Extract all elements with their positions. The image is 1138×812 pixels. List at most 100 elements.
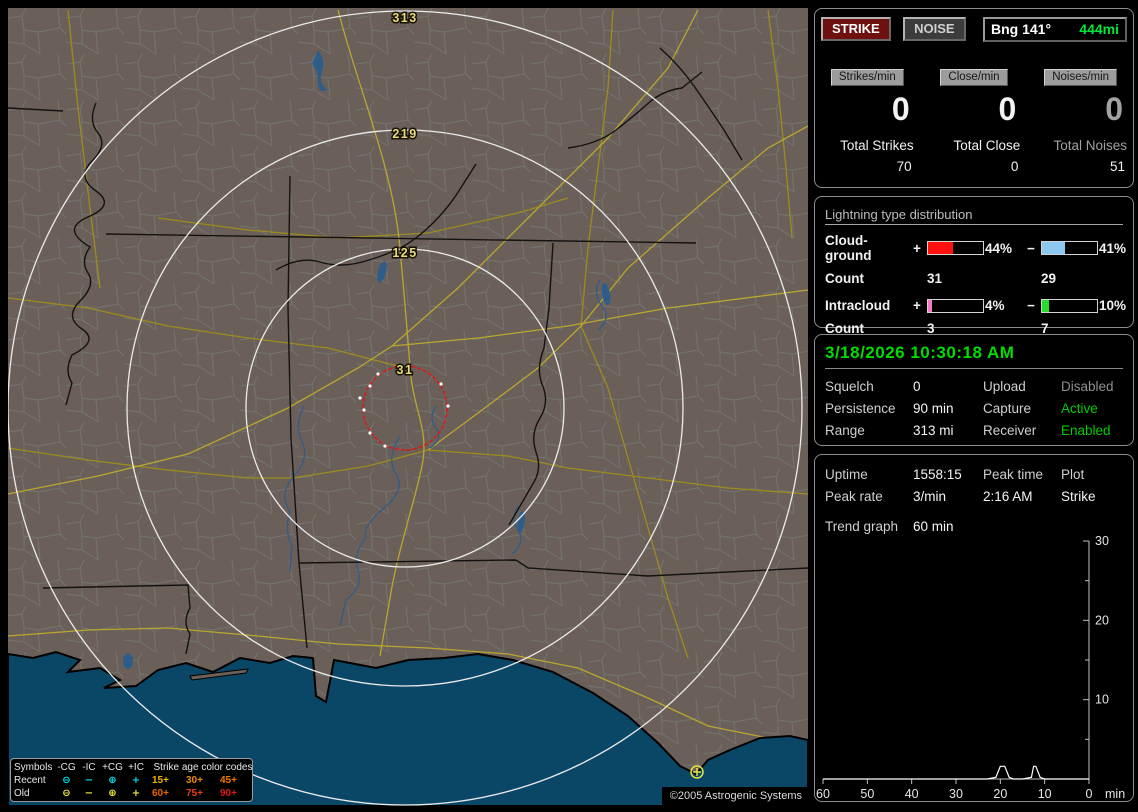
legend-col-pos-cg: +CG	[102, 762, 123, 773]
recent-pos-cg-icon: ⊕	[108, 775, 117, 786]
status-panel: 3/18/2026 10:30:18 AM Squelch 0 Upload D…	[814, 334, 1134, 446]
cloud-ground-label: Cloud-ground	[825, 233, 872, 263]
trend-chart: 60 50 40 30 20 10 0 min 10 20 30	[816, 534, 1125, 801]
ring-label-313: 313	[392, 11, 417, 25]
legend-col-neg-ic: -IC	[82, 762, 96, 773]
ic-positive-bar	[927, 298, 984, 313]
intracloud-label: Intracloud	[825, 298, 891, 313]
copyright-label: ©2005 Astrogenic Systems	[661, 787, 808, 806]
trend-panel: Uptime 1558:15 Peak time Plot Peak rate …	[814, 454, 1134, 802]
age-30: 30+	[186, 775, 203, 786]
recent-neg-cg-icon: ⊖	[62, 775, 71, 786]
strikes-per-min-button[interactable]: Strikes/min	[830, 69, 904, 86]
squelch-value: 0	[913, 379, 921, 394]
legend-recent-label: Recent	[14, 775, 46, 786]
svg-text:30: 30	[1095, 534, 1109, 548]
cg-negative-count: 29	[1041, 271, 1057, 286]
receiver-label: Receiver	[983, 423, 1037, 438]
capture-label: Capture	[983, 401, 1032, 416]
plus-sign: +	[913, 298, 921, 313]
legend-col-neg-cg: -CG	[57, 762, 76, 773]
uptime-label: Uptime	[825, 467, 868, 482]
age-60: 60+	[152, 788, 169, 799]
cloud-ground-row: Cloud-ground + 44% − 41%	[815, 233, 1133, 263]
noise-mode-button[interactable]: NOISE	[903, 17, 966, 41]
capture-status: Active	[1061, 401, 1098, 416]
ring-label-219: 219	[392, 127, 417, 141]
total-strikes-label: Total Strikes	[840, 138, 914, 153]
receiver-status: Enabled	[1061, 423, 1111, 438]
svg-text:20: 20	[993, 787, 1007, 801]
recent-pos-ic-icon: +	[131, 775, 141, 786]
total-noises-value: 51	[1109, 159, 1125, 174]
recent-neg-ic-icon: −	[84, 775, 94, 786]
bearing-label: Bng 141°	[991, 21, 1052, 37]
age-75: 75+	[186, 788, 203, 799]
ic-positive-pct: 4%	[985, 298, 1005, 313]
cg-negative-bar	[1041, 241, 1098, 255]
svg-text:10: 10	[1038, 787, 1052, 801]
peak-time-value: 2:16 AM	[983, 489, 1033, 504]
noises-counter: Noises/min 0 Total Noises 51	[1034, 67, 1127, 174]
persistence-label: Persistence	[825, 401, 896, 416]
old-neg-ic-icon: −	[84, 788, 94, 799]
minus-sign: −	[1027, 298, 1035, 313]
svg-text:40: 40	[905, 787, 919, 801]
range-label: Range	[825, 423, 865, 438]
plot-label: Plot	[1061, 467, 1085, 482]
upload-label: Upload	[983, 379, 1026, 394]
bearing-distance: 444mi	[1079, 21, 1119, 37]
range-value: 313 mi	[913, 423, 954, 438]
svg-text:10: 10	[1095, 693, 1109, 707]
close-per-min-button[interactable]: Close/min	[940, 69, 1008, 86]
old-pos-cg-icon: ⊕	[108, 788, 117, 799]
noises-per-min-button[interactable]: Noises/min	[1044, 69, 1118, 86]
distribution-title: Lightning type distribution	[825, 207, 1123, 225]
legend-symbols-header: Symbols	[14, 762, 53, 773]
noises-per-min-value: 0	[1105, 91, 1123, 127]
close-per-min-value: 0	[998, 91, 1017, 127]
upload-status: Disabled	[1061, 379, 1114, 394]
total-noises-label: Total Noises	[1053, 138, 1127, 153]
close-counter: Close/min 0 Total Close 0	[928, 67, 1021, 174]
strikes-counter: Strikes/min 0 Total Strikes 70	[821, 67, 914, 174]
svg-text:20: 20	[1095, 613, 1109, 627]
ic-negative-bar	[1041, 298, 1098, 313]
age-15: 15+	[152, 775, 169, 786]
peak-rate-label: Peak rate	[825, 489, 883, 504]
old-pos-ic-icon: +	[131, 788, 141, 799]
uptime-value: 1558:15	[913, 467, 962, 482]
stormvue-app: 313 219 125 31 Symbols -CG -IC +CG +IC R…	[0, 0, 1138, 812]
distribution-panel: Lightning type distribution Cloud-ground…	[814, 196, 1134, 336]
trend-graph-label: Trend graph	[825, 519, 899, 534]
map-canvas: 313 219 125 31	[8, 8, 808, 806]
total-close-value: 0	[1010, 159, 1019, 174]
squelch-label: Squelch	[825, 379, 874, 394]
cg-positive-bar	[927, 241, 984, 255]
minus-sign: −	[1027, 240, 1035, 256]
persistence-value: 90 min	[913, 401, 954, 416]
age-90: 90+	[220, 788, 237, 799]
legend-age-header: Strike age color codes	[153, 762, 253, 773]
old-neg-cg-icon: ⊖	[62, 788, 71, 799]
ring-label-31: 31	[397, 363, 414, 377]
trend-window-value: 60 min	[913, 519, 954, 534]
bearing-display: Bng 141° 444mi	[983, 17, 1127, 42]
total-close-label: Total Close	[953, 138, 1021, 153]
cg-negative-pct: 41%	[1099, 240, 1127, 256]
age-45: 45+	[220, 775, 237, 786]
plus-sign: +	[913, 240, 921, 256]
cg-positive-pct: 44%	[985, 240, 1013, 256]
svg-text:30: 30	[949, 787, 963, 801]
cloud-ground-count-row: Count 31 29	[815, 271, 1133, 286]
ic-negative-pct: 10%	[1099, 298, 1127, 313]
plot-value: Strike	[1061, 489, 1096, 504]
legend-col-pos-ic: +IC	[128, 762, 144, 773]
svg-text:min: min	[1105, 787, 1125, 801]
total-strikes-value: 70	[896, 159, 912, 174]
ring-label-125: 125	[392, 246, 417, 260]
svg-text:60: 60	[816, 787, 830, 801]
lightning-map[interactable]: 313 219 125 31 Symbols -CG -IC +CG +IC R…	[8, 8, 808, 806]
peak-rate-value: 3/min	[913, 489, 947, 504]
strike-mode-button[interactable]: STRIKE	[821, 17, 891, 41]
